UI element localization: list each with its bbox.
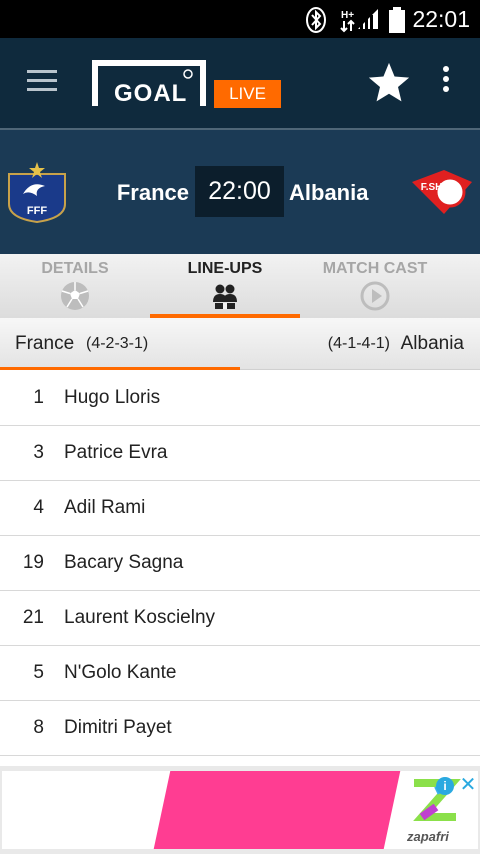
ad-brand-text: zapafri	[407, 829, 449, 844]
player-list: 1 Hugo Lloris 3 Patrice Evra 4 Adil Rami…	[0, 371, 480, 756]
player-name: Hugo Lloris	[64, 387, 161, 408]
svg-text:H+: H+	[341, 10, 354, 21]
away-formation: (4-1-4-1)	[327, 335, 390, 352]
tab-match-cast[interactable]: MATCH CAST	[300, 254, 450, 318]
kickoff-time: 22:00	[195, 166, 284, 217]
player-number: 8	[33, 717, 44, 738]
home-lineup-tab[interactable]: France	[15, 333, 74, 355]
tab-line-ups-label: LINE-UPS	[187, 260, 263, 277]
list-item[interactable]: 21 Laurent Koscielny	[0, 591, 480, 646]
battery-icon	[389, 7, 405, 33]
lineup-side-indicator	[0, 367, 240, 370]
soccer-ball-icon	[61, 282, 89, 310]
play-circle-icon	[360, 281, 390, 311]
player-number: 4	[33, 497, 44, 518]
list-item[interactable]: 4 Adil Rami	[0, 481, 480, 536]
list-item[interactable]: 8 Dimitri Payet	[0, 701, 480, 756]
tab-details-label: DETAILS	[41, 260, 109, 277]
home-formation: (4-2-3-1)	[86, 335, 149, 352]
app-bar: GOAL LIVE	[0, 38, 480, 129]
ad-info-icon[interactable]: i	[436, 777, 454, 795]
list-item[interactable]: 3 Patrice Evra	[0, 426, 480, 481]
away-lineup-tab[interactable]: Albania	[401, 333, 464, 355]
players-icon	[213, 284, 237, 309]
match-tabs: DETAILS LINE-UPS MATCH CAST	[0, 254, 480, 318]
tab-line-ups[interactable]: LINE-UPS	[150, 254, 300, 318]
list-item[interactable]: 5 N'Golo Kante	[0, 646, 480, 701]
ad-creative[interactable]: zapafri i ✕	[2, 771, 478, 849]
player-name: N'Golo Kante	[64, 662, 177, 683]
ad-graphic	[153, 771, 401, 849]
tab-details[interactable]: DETAILS	[0, 254, 150, 318]
france-crest-text: FFF	[27, 205, 47, 217]
logo-text: GOAL	[114, 80, 188, 107]
live-badge[interactable]: LIVE	[214, 80, 281, 108]
list-item[interactable]: 19 Bacary Sagna	[0, 536, 480, 591]
france-crest: FFF	[8, 162, 66, 224]
status-bar: H+ 22:01	[0, 0, 480, 38]
network-hplus-icon: H+	[340, 10, 355, 33]
ad-close-icon[interactable]: ✕	[458, 774, 478, 796]
home-team-name[interactable]: France	[117, 180, 189, 206]
match-header: FFF France 22:00 Albania F.SH.F	[0, 130, 480, 254]
player-name: Adil Rami	[64, 497, 146, 518]
player-name: Dimitri Payet	[64, 717, 172, 738]
albania-crest-text: F.SH.F	[421, 182, 452, 193]
player-number: 19	[22, 552, 44, 573]
ad-banner: zapafri i ✕	[0, 766, 480, 854]
player-number: 3	[33, 442, 44, 463]
bluetooth-icon	[306, 7, 326, 33]
player-name: Laurent Koscielny	[64, 607, 216, 628]
goal-logo: GOAL	[92, 60, 207, 108]
player-name: Patrice Evra	[64, 442, 168, 463]
more-vert-icon[interactable]	[441, 66, 451, 96]
away-team-name[interactable]: Albania	[289, 180, 368, 206]
player-number: 21	[22, 607, 44, 628]
player-number: 1	[33, 387, 44, 408]
signal-icon	[358, 9, 378, 29]
clock: 22:01	[412, 6, 470, 32]
player-number: 5	[33, 662, 44, 683]
albania-crest: F.SH.F	[412, 170, 472, 214]
formation-bar: France (4-2-3-1) (4-1-4-1) Albania	[0, 318, 480, 370]
list-item[interactable]: 1 Hugo Lloris	[0, 371, 480, 426]
tab-match-cast-label: MATCH CAST	[322, 260, 428, 277]
player-name: Bacary Sagna	[64, 552, 184, 573]
menu-icon[interactable]	[27, 70, 57, 92]
star-icon[interactable]	[366, 60, 412, 106]
